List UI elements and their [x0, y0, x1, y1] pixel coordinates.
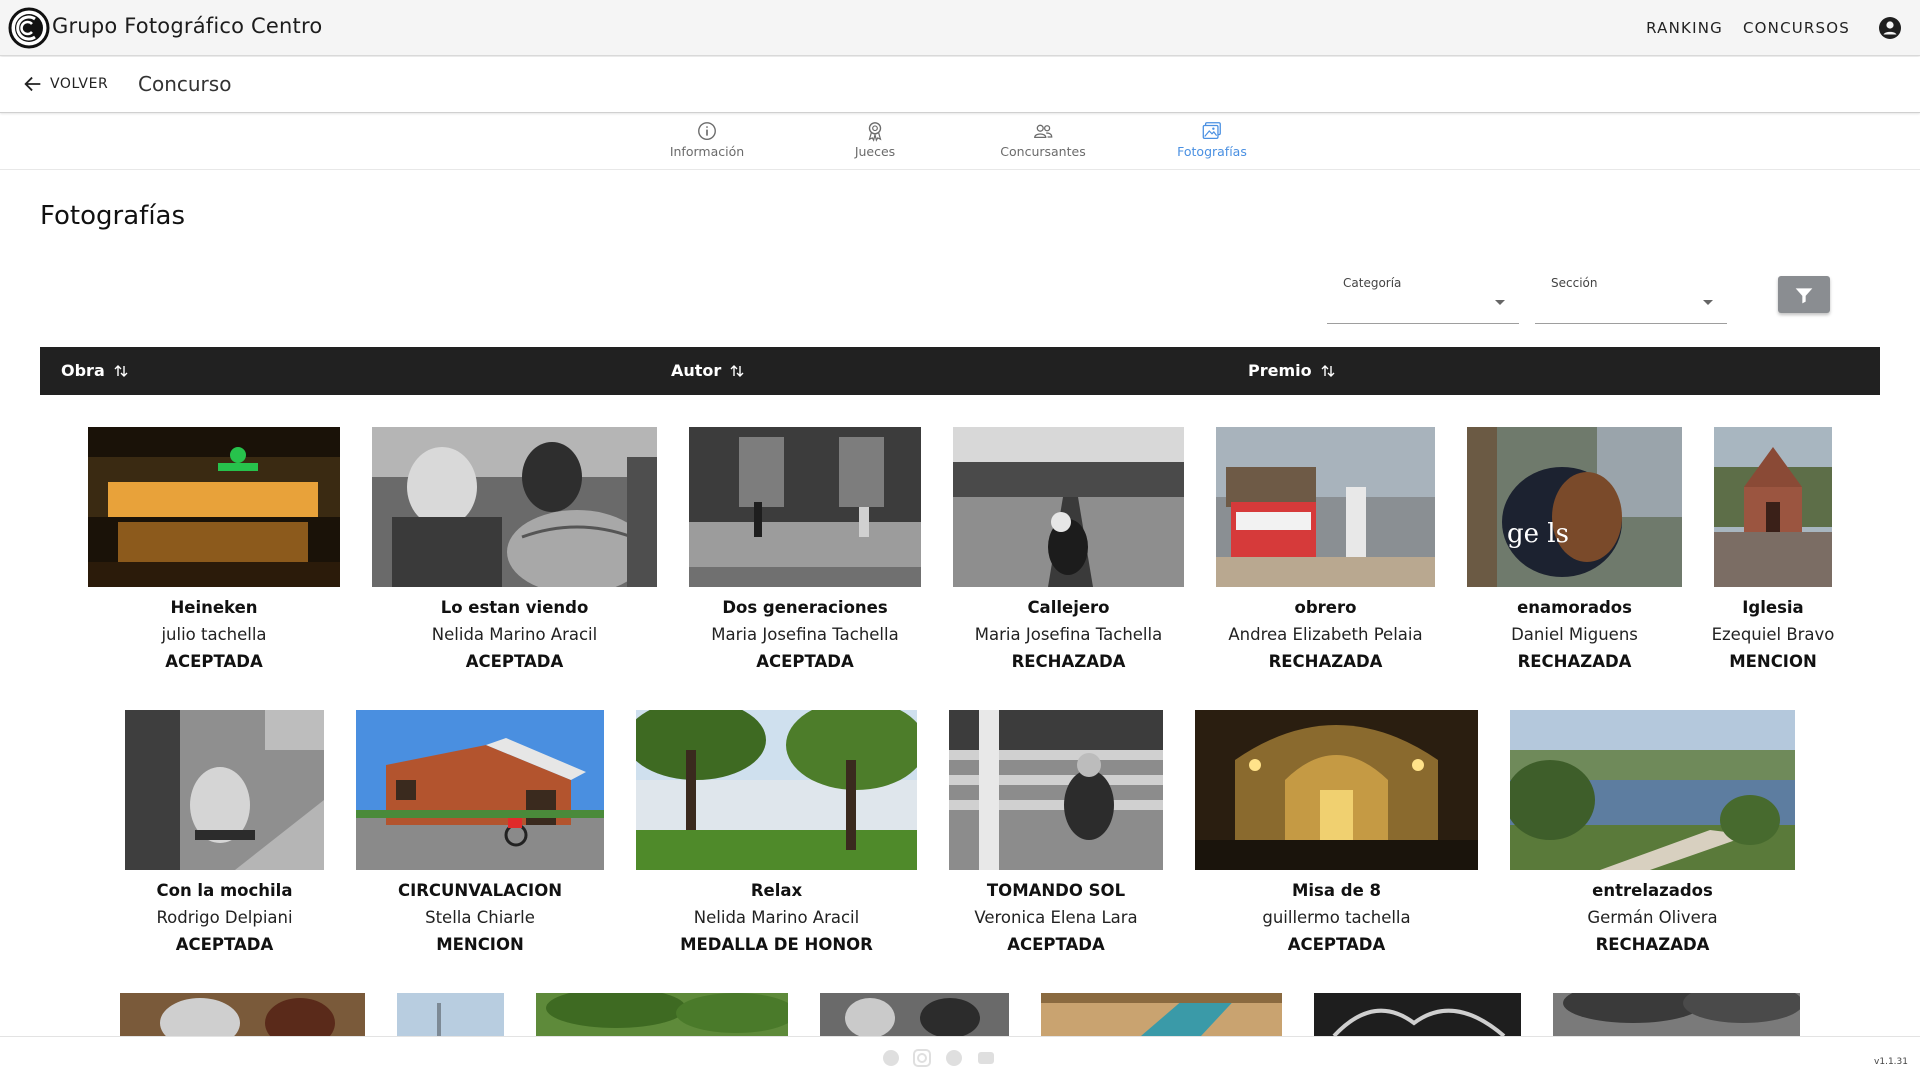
- photo-thumbnail[interactable]: [88, 427, 340, 587]
- facebook-icon[interactable]: [945, 1049, 963, 1067]
- categoria-label: Categoría: [1343, 276, 1402, 290]
- column-header-premio[interactable]: Premio: [1248, 361, 1336, 380]
- photo-card[interactable]: Callejero Maria Josefina Tachella RECHAZ…: [953, 427, 1184, 671]
- photo-thumbnail[interactable]: [820, 993, 1009, 1036]
- footer: v1.1.31: [0, 1036, 1920, 1080]
- photo-card[interactable]: [397, 993, 504, 1036]
- version-label: v1.1.31: [1874, 1057, 1908, 1067]
- photo-award: MENCION: [1729, 652, 1817, 671]
- chevron-down-icon: [1703, 300, 1713, 305]
- photo-thumbnail[interactable]: [689, 427, 921, 587]
- photo-embedded-text: ge ls: [1507, 519, 1569, 549]
- photo-card[interactable]: Iglesia Ezequiel Bravo MENCION: [1712, 427, 1834, 671]
- photo-card[interactable]: Con la mochila Rodrigo Delpiani ACEPTADA: [125, 710, 324, 954]
- tab-jueces[interactable]: Jueces: [795, 120, 955, 166]
- table-header: Obra Autor Premio: [40, 347, 1880, 395]
- top-nav: RANKING CONCURSOS: [1646, 0, 1920, 56]
- seccion-label: Sección: [1551, 276, 1598, 290]
- photo-title: entrelazados: [1592, 881, 1713, 900]
- photo-award: RECHAZADA: [1595, 935, 1710, 954]
- column-header-label: Obra: [61, 361, 105, 380]
- photo-thumbnail[interactable]: [1714, 427, 1832, 587]
- photo-thumbnail[interactable]: [953, 427, 1184, 587]
- photo-author: Germán Olivera: [1587, 908, 1718, 927]
- chevron-down-icon: [1495, 300, 1505, 305]
- photo-thumbnail[interactable]: [125, 710, 324, 870]
- photo-thumbnail[interactable]: [1510, 710, 1795, 870]
- photo-card[interactable]: [120, 993, 365, 1036]
- sub-bar: VOLVER Concurso: [0, 57, 1920, 113]
- photo-caption: Iglesia Ezequiel Bravo MENCION: [1654, 595, 1892, 675]
- photo-card[interactable]: Heineken julio tachella ACEPTADA: [88, 427, 340, 671]
- sort-icon: [730, 364, 744, 377]
- photo-card[interactable]: Lo estan viendo Nelida Marino Aracil ACE…: [372, 427, 657, 671]
- photo-caption: entrelazados Germán Olivera RECHAZADA: [1450, 878, 1855, 958]
- photo-thumbnail[interactable]: [1553, 993, 1800, 1036]
- tab-fotografias[interactable]: Fotografías: [1132, 120, 1292, 166]
- photo-author: Ezequiel Bravo: [1711, 625, 1835, 644]
- nav-concursos[interactable]: CONCURSOS: [1743, 19, 1850, 37]
- categoria-select[interactable]: Categoría: [1327, 272, 1519, 324]
- instagram-icon[interactable]: [913, 1049, 931, 1067]
- photo-card[interactable]: [1314, 993, 1521, 1036]
- column-header-autor[interactable]: Autor: [671, 361, 745, 380]
- photo-card[interactable]: [820, 993, 1009, 1036]
- photo-card[interactable]: [536, 993, 788, 1036]
- photo-card[interactable]: obrero Andrea Elizabeth Pelaia RECHAZADA: [1216, 427, 1435, 671]
- photo-thumbnail[interactable]: [397, 993, 504, 1036]
- award-icon: [868, 122, 882, 142]
- page-subtitle: Concurso: [138, 72, 232, 96]
- photo-thumbnail[interactable]: [636, 710, 917, 870]
- column-header-obra[interactable]: Obra: [61, 361, 129, 380]
- back-label: VOLVER: [50, 76, 109, 92]
- arrow-left-icon: [24, 76, 41, 92]
- tab-label: Fotografías: [1177, 144, 1247, 159]
- tab-informacion[interactable]: Información: [627, 120, 787, 166]
- photo-thumbnail[interactable]: [1314, 993, 1521, 1036]
- photo-card[interactable]: TOMANDO SOL Veronica Elena Lara ACEPTADA: [949, 710, 1163, 954]
- logo-icon[interactable]: [8, 7, 50, 49]
- photo-card[interactable]: [1553, 993, 1800, 1036]
- photo-card[interactable]: CIRCUNVALACION Stella Chiarle MENCION: [356, 710, 604, 954]
- tab-concursantes[interactable]: Concursantes: [963, 120, 1123, 166]
- whatsapp-icon[interactable]: [882, 1049, 900, 1067]
- photo-thumbnail[interactable]: [949, 710, 1163, 870]
- photo-card[interactable]: Relax Nelida Marino Aracil MEDALLA DE HO…: [636, 710, 917, 954]
- photo-thumbnail[interactable]: [372, 427, 657, 587]
- tab-label: Jueces: [854, 144, 896, 159]
- section-title: Fotografías: [40, 201, 186, 231]
- info-icon: [698, 122, 716, 140]
- photo-thumbnail[interactable]: [536, 993, 788, 1036]
- photo-card[interactable]: ge ls enamorados Daniel Miguens RECHAZAD…: [1467, 427, 1682, 671]
- sort-icon: [114, 364, 128, 377]
- image-icon: [1202, 122, 1221, 139]
- app-bar: Grupo Fotográfico Centro RANKING CONCURS…: [0, 0, 1920, 56]
- account-icon[interactable]: [1878, 16, 1902, 40]
- photo-card[interactable]: [1041, 993, 1282, 1036]
- photo-card[interactable]: Dos generaciones Maria Josefina Tachella…: [689, 427, 921, 671]
- nav-ranking[interactable]: RANKING: [1646, 19, 1723, 37]
- column-header-label: Autor: [671, 361, 722, 380]
- photo-title: Iglesia: [1742, 598, 1804, 617]
- tab-label: Información: [669, 144, 745, 159]
- users-icon: [1034, 124, 1053, 139]
- photo-thumbnail[interactable]: ge ls: [1467, 427, 1682, 587]
- column-header-label: Premio: [1248, 361, 1312, 380]
- tab-label: Concursantes: [1000, 144, 1086, 159]
- photo-card[interactable]: entrelazados Germán Olivera RECHAZADA: [1510, 710, 1795, 954]
- photo-thumbnail[interactable]: [356, 710, 604, 870]
- photo-thumbnail[interactable]: [1216, 427, 1435, 587]
- brand-title[interactable]: Grupo Fotográfico Centro: [52, 14, 322, 38]
- seccion-select[interactable]: Sección: [1535, 272, 1727, 324]
- youtube-icon[interactable]: [977, 1049, 995, 1067]
- filter-icon: [1795, 287, 1813, 303]
- sort-icon: [1321, 364, 1335, 377]
- photo-thumbnail[interactable]: [1195, 710, 1478, 870]
- back-button[interactable]: VOLVER: [22, 73, 108, 95]
- photo-thumbnail[interactable]: [120, 993, 365, 1036]
- tab-bar: Información Jueces Concursantes Fotograf…: [0, 114, 1920, 170]
- photo-thumbnail[interactable]: [1041, 993, 1282, 1036]
- filter-button[interactable]: [1778, 276, 1830, 313]
- photo-card[interactable]: Misa de 8 guillermo tachella ACEPTADA: [1195, 710, 1478, 954]
